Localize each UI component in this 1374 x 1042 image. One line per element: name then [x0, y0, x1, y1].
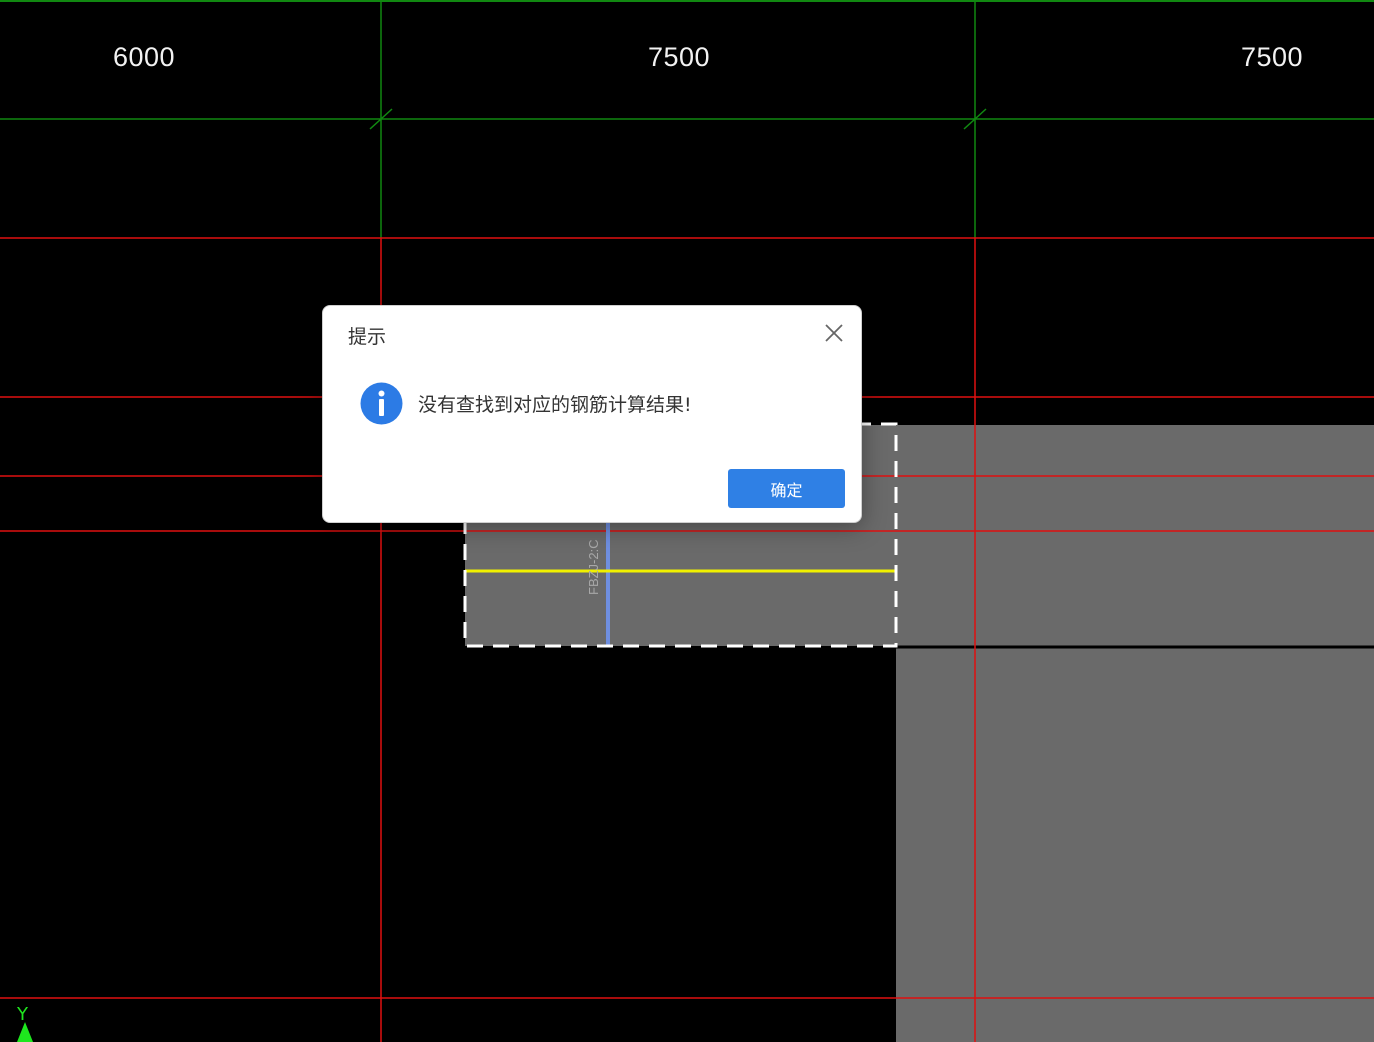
y-axis-arrow [17, 1022, 33, 1042]
axis-y-label: Y [17, 1004, 28, 1025]
info-icon [360, 382, 403, 425]
close-icon[interactable] [821, 320, 847, 346]
slab-region-right[interactable] [896, 425, 1374, 1042]
component-label: FBZJ-2:C [586, 539, 601, 595]
close-button[interactable] [821, 320, 847, 346]
dimension-label: 7500 [1240, 42, 1304, 72]
dimension-label: 6000 [112, 42, 176, 72]
dimension-label: 7500 [647, 42, 711, 72]
drawing-canvas[interactable]: 6000 7500 7500 FBZJ-2:C Y 提示 没有查找到对应的钢筋计… [0, 0, 1374, 1042]
dialog-title: 提示 [348, 326, 387, 348]
ok-button[interactable]: 确定 [728, 469, 845, 508]
dialog-message: 没有查找到对应的钢筋计算结果! [418, 394, 692, 416]
message-dialog: 提示 没有查找到对应的钢筋计算结果! 确定 [322, 305, 862, 523]
